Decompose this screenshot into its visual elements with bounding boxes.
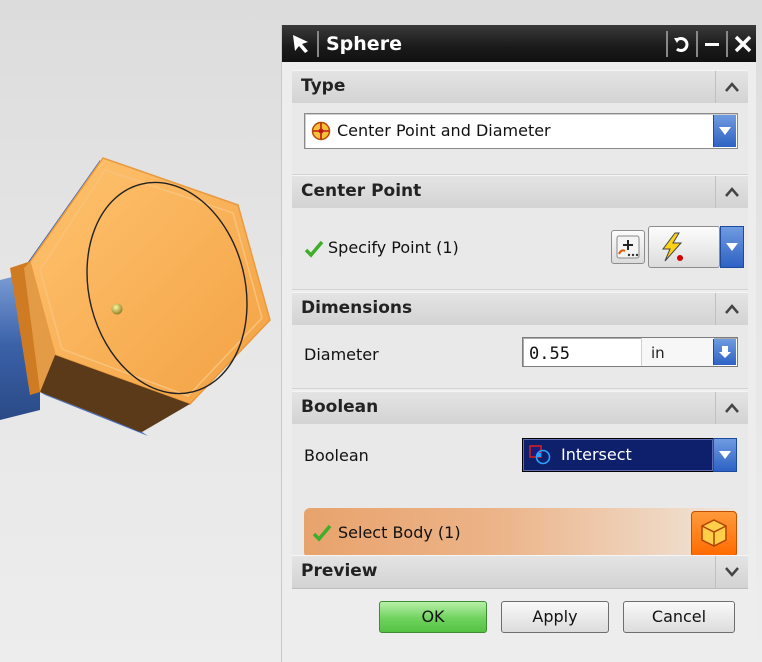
- preview-section-title: Preview: [301, 561, 378, 581]
- apply-button[interactable]: Apply: [501, 601, 609, 633]
- point-dialog-icon: [616, 235, 640, 259]
- boolean-dropdown[interactable]: Intersect: [522, 438, 714, 472]
- chevron-down-icon: [719, 127, 731, 135]
- boolean-dropdown-value: Intersect: [561, 445, 632, 464]
- close-button[interactable]: [726, 31, 756, 57]
- inferred-point-dropdown-arrow[interactable]: [720, 226, 744, 268]
- select-body-button[interactable]: [691, 511, 737, 557]
- center-point-diameter-icon: [311, 121, 331, 141]
- ok-button[interactable]: OK: [379, 601, 487, 633]
- titlebar-separator: [317, 31, 319, 57]
- inferred-point-selector[interactable]: [648, 226, 720, 268]
- preview-section-header[interactable]: Preview: [292, 555, 748, 589]
- collapse-dimensions-button[interactable]: [715, 293, 748, 325]
- unit-dropdown-arrow[interactable]: [713, 339, 736, 365]
- diameter-field[interactable]: 0.55 in: [522, 337, 738, 367]
- select-body-label: Select Body (1): [338, 523, 461, 542]
- boolean-label: Boolean: [304, 446, 369, 465]
- expand-preview-button[interactable]: [715, 556, 748, 588]
- diameter-label: Diameter: [304, 345, 379, 364]
- selection-arrow-icon: [288, 31, 314, 57]
- chevron-down-icon: [725, 567, 739, 577]
- minimize-button[interactable]: [696, 31, 726, 57]
- dialog-title: Sphere: [326, 33, 402, 55]
- dimensions-section-body: Diameter 0.55 in: [292, 325, 748, 389]
- sphere-dialog: Sphere Type Center Point and Diameter Ce…: [281, 25, 756, 662]
- point-dialog-button[interactable]: [611, 230, 645, 264]
- type-dropdown-value: Center Point and Diameter: [337, 121, 551, 140]
- diameter-value[interactable]: 0.55: [529, 344, 570, 364]
- green-checkmark-icon: [304, 240, 324, 258]
- select-body-row[interactable]: Select Body (1): [304, 508, 737, 558]
- arrow-down-icon: [719, 346, 731, 358]
- close-icon: [734, 35, 752, 53]
- type-dropdown-arrow[interactable]: [713, 115, 736, 147]
- chevron-down-icon: [726, 243, 738, 251]
- chevron-up-icon: [725, 403, 739, 413]
- green-checkmark-icon: [312, 524, 332, 542]
- chevron-up-icon: [725, 187, 739, 197]
- cancel-button[interactable]: Cancel: [623, 601, 735, 633]
- collapse-center-point-button[interactable]: [715, 176, 748, 208]
- boolean-dropdown-arrow[interactable]: [713, 438, 737, 472]
- type-section-title: Type: [301, 76, 346, 96]
- chevron-up-icon: [725, 82, 739, 92]
- unit-dropdown[interactable]: in: [641, 338, 714, 366]
- center-point-section-title: Center Point: [301, 181, 422, 201]
- reset-button[interactable]: [666, 31, 696, 57]
- solid-body-icon: [701, 519, 727, 547]
- chevron-down-icon: [719, 451, 731, 459]
- hex-bolt-model: [0, 157, 271, 436]
- chevron-up-icon: [725, 304, 739, 314]
- type-section-header[interactable]: Type: [292, 70, 748, 104]
- type-dropdown[interactable]: Center Point and Diameter: [304, 113, 738, 149]
- type-section-body: Center Point and Diameter: [292, 103, 748, 175]
- dimensions-section-header[interactable]: Dimensions: [292, 292, 748, 326]
- dimensions-section-title: Dimensions: [301, 298, 413, 318]
- collapse-type-button[interactable]: [715, 71, 748, 103]
- dialog-titlebar[interactable]: Sphere: [282, 25, 756, 62]
- unit-value: in: [651, 344, 665, 362]
- specify-point-label[interactable]: Specify Point (1): [328, 238, 459, 257]
- collapse-boolean-button[interactable]: [715, 392, 748, 424]
- graphics-viewport[interactable]: [0, 0, 280, 662]
- minimize-icon: [705, 43, 719, 46]
- boolean-section-header[interactable]: Boolean: [292, 391, 748, 425]
- center-point-section-header[interactable]: Center Point: [292, 175, 748, 209]
- reset-icon: [674, 37, 689, 52]
- boolean-section-title: Boolean: [301, 397, 379, 417]
- center-point-section-body: Specify Point (1): [292, 208, 748, 290]
- intersect-icon: [529, 445, 551, 465]
- inferred-point-icon: [662, 232, 683, 262]
